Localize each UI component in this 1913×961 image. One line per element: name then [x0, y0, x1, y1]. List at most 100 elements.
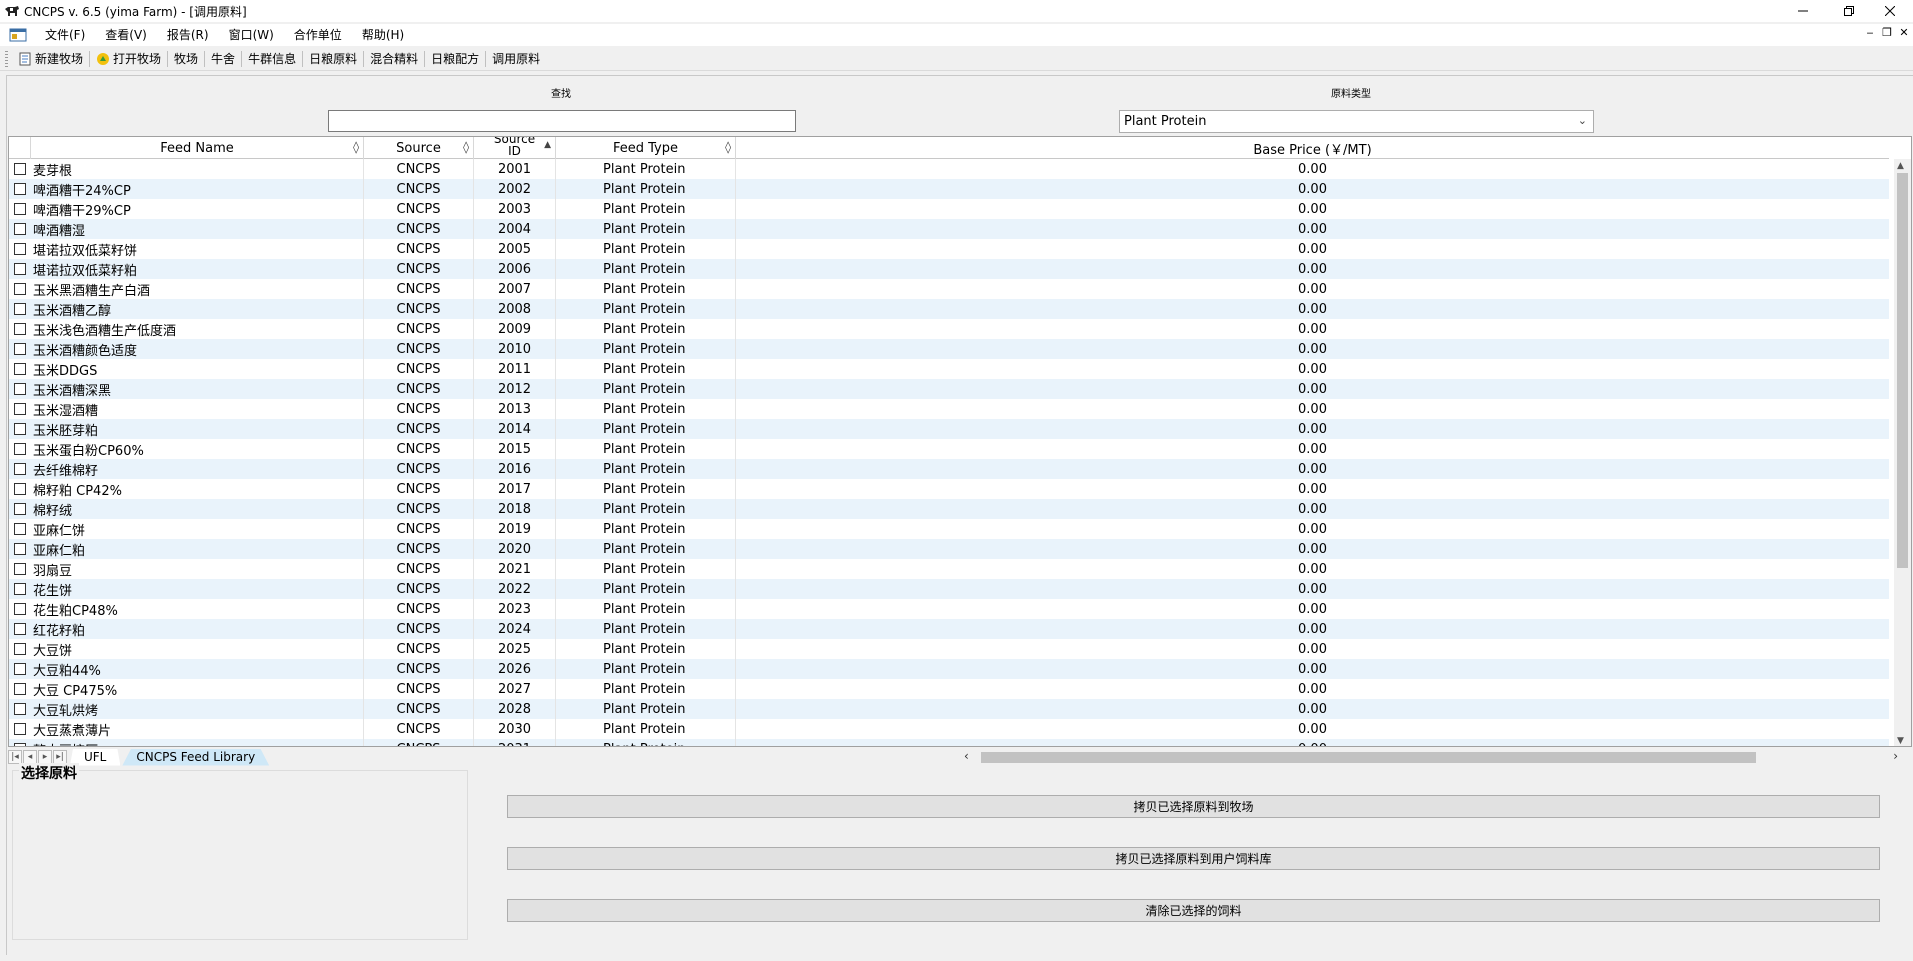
open-farm-button[interactable]: 打开牧场	[90, 48, 167, 70]
table-row[interactable]: 大豆蒸煮薄片 CNCPS 2030 Plant Protein 0.00	[9, 719, 1889, 739]
row-select-cell[interactable]	[9, 699, 31, 719]
table-row[interactable]: 整大豆挤压CNCPS2031Plant Protein0.00	[9, 739, 1889, 747]
header-source-id[interactable]: Source ID ▲	[474, 137, 556, 159]
menu-view[interactable]: 查看(V)	[95, 24, 157, 46]
scroll-down-icon[interactable]: ▼	[1897, 736, 1904, 746]
row-select-cell[interactable]	[9, 479, 31, 499]
row-select-cell[interactable]	[9, 559, 31, 579]
menu-partners[interactable]: 合作单位	[284, 24, 352, 46]
row-checkbox[interactable]	[14, 723, 26, 735]
row-select-cell[interactable]	[9, 659, 31, 679]
table-row[interactable]: 玉米黑酒糟生产白酒 CNCPS 2007 Plant Protein 0.00	[9, 279, 1889, 299]
menu-file[interactable]: 文件(F)	[35, 24, 95, 46]
copy-to-user-library-button[interactable]: 拷贝已选择原料到用户饲料库	[507, 847, 1880, 870]
table-row[interactable]: 玉米胚芽粕 CNCPS 2014 Plant Protein 0.00	[9, 419, 1889, 439]
row-checkbox[interactable]	[14, 443, 26, 455]
scroll-up-icon[interactable]: ▲	[1897, 161, 1904, 171]
row-select-cell[interactable]	[9, 379, 31, 399]
row-select-cell[interactable]	[9, 299, 31, 319]
row-select-cell[interactable]	[9, 519, 31, 539]
horizontal-scrollbar[interactable]: ‹ ›	[958, 749, 1908, 766]
header-source[interactable]: Source ◊	[364, 137, 474, 159]
row-checkbox[interactable]	[14, 623, 26, 635]
row-checkbox[interactable]	[14, 243, 26, 255]
row-select-cell[interactable]	[9, 179, 31, 199]
toolbar-farm-button[interactable]: 牧场	[168, 48, 204, 70]
table-row[interactable]: 玉米酒糟乙醇 CNCPS 2008 Plant Protein 0.00	[9, 299, 1889, 319]
toolbar-barn-button[interactable]: 牛舍	[205, 48, 241, 70]
table-row[interactable]: 棉籽绒 CNCPS 2018 Plant Protein 0.00	[9, 499, 1889, 519]
table-row[interactable]: 玉米DDGS CNCPS 2011 Plant Protein 0.00	[9, 359, 1889, 379]
base-price-cell[interactable]: 0.00	[736, 319, 1889, 339]
base-price-cell[interactable]: 0.00	[736, 219, 1889, 239]
base-price-cell[interactable]: 0.00	[736, 579, 1889, 599]
toolbar-ration-formula-button[interactable]: 日粮配方	[425, 48, 485, 70]
row-select-cell[interactable]	[9, 199, 31, 219]
toolbar-grip[interactable]	[5, 50, 8, 67]
row-checkbox[interactable]	[14, 283, 26, 295]
close-button[interactable]	[1867, 0, 1913, 22]
base-price-cell[interactable]: 0.00	[736, 479, 1889, 499]
row-select-cell[interactable]	[9, 619, 31, 639]
menu-report[interactable]: 报告(R)	[157, 24, 219, 46]
minimize-button[interactable]	[1780, 0, 1826, 22]
base-price-cell[interactable]: 0.00	[736, 259, 1889, 279]
row-select-cell[interactable]	[9, 219, 31, 239]
row-select-cell[interactable]	[9, 439, 31, 459]
row-select-cell[interactable]	[9, 459, 31, 479]
table-row[interactable]: 去纤维棉籽 CNCPS 2016 Plant Protein 0.00	[9, 459, 1889, 479]
base-price-cell[interactable]: 0.00	[736, 379, 1889, 399]
restore-button[interactable]	[1826, 0, 1872, 22]
base-price-cell[interactable]: 0.00	[736, 659, 1889, 679]
row-checkbox[interactable]	[14, 583, 26, 595]
feed-type-select[interactable]: Plant Protein ⌄	[1119, 110, 1594, 133]
base-price-cell[interactable]: 0.00	[736, 619, 1889, 639]
row-select-cell[interactable]	[9, 739, 31, 746]
base-price-cell[interactable]: 0.00	[736, 419, 1889, 439]
row-checkbox[interactable]	[14, 363, 26, 375]
table-row[interactable]: 啤酒糟干24%CP CNCPS 2002 Plant Protein 0.00	[9, 179, 1889, 199]
base-price-cell[interactable]: 0.00	[736, 299, 1889, 319]
table-row[interactable]: 大豆饼 CNCPS 2025 Plant Protein 0.00	[9, 639, 1889, 659]
row-checkbox[interactable]	[14, 343, 26, 355]
scroll-right-icon[interactable]: ›	[1893, 749, 1898, 763]
table-row[interactable]: 花生饼 CNCPS 2022 Plant Protein 0.00	[9, 579, 1889, 599]
header-base-price[interactable]: Base Price (￥/MT)	[736, 137, 1889, 159]
base-price-cell[interactable]: 0.00	[736, 679, 1889, 699]
row-select-cell[interactable]	[9, 539, 31, 559]
header-feed-type[interactable]: Feed Type ◊	[556, 137, 736, 159]
row-select-cell[interactable]	[9, 259, 31, 279]
base-price-cell[interactable]: 0.00	[736, 359, 1889, 379]
row-checkbox[interactable]	[14, 703, 26, 715]
row-select-cell[interactable]	[9, 719, 31, 739]
base-price-cell[interactable]: 0.00	[736, 279, 1889, 299]
toolbar-concentrate-button[interactable]: 混合精料	[364, 48, 424, 70]
toolbar-ration-feeds-button[interactable]: 日粮原料	[303, 48, 363, 70]
next-sheet-icon[interactable]: ▸	[38, 750, 52, 764]
row-checkbox[interactable]	[14, 683, 26, 695]
row-select-cell[interactable]	[9, 579, 31, 599]
first-sheet-icon[interactable]: |◂	[8, 750, 22, 764]
table-row[interactable]: 啤酒糟干29%CP CNCPS 2003 Plant Protein 0.00	[9, 199, 1889, 219]
table-row[interactable]: 堪诺拉双低菜籽饼 CNCPS 2005 Plant Protein 0.00	[9, 239, 1889, 259]
base-price-cell[interactable]: 0.00	[736, 239, 1889, 259]
vertical-scroll-thumb[interactable]	[1897, 173, 1908, 568]
table-row[interactable]: 大豆轧烘烤 CNCPS 2028 Plant Protein 0.00	[9, 699, 1889, 719]
base-price-cell[interactable]: 0.00	[736, 719, 1889, 739]
row-checkbox[interactable]	[14, 543, 26, 555]
base-price-cell[interactable]: 0.00	[736, 179, 1889, 199]
row-select-cell[interactable]	[9, 419, 31, 439]
row-select-cell[interactable]	[9, 599, 31, 619]
base-price-cell[interactable]: 0.00	[736, 739, 1889, 747]
table-row[interactable]: 棉籽粕 CP42% CNCPS 2017 Plant Protein 0.00	[9, 479, 1889, 499]
row-checkbox[interactable]	[14, 263, 26, 275]
scroll-left-icon[interactable]: ‹	[964, 749, 969, 763]
mdi-restore-icon[interactable]: ❐	[1878, 26, 1896, 39]
mdi-close-icon[interactable]: ✕	[1895, 26, 1913, 39]
row-checkbox[interactable]	[14, 503, 26, 515]
row-select-cell[interactable]	[9, 359, 31, 379]
row-checkbox[interactable]	[14, 403, 26, 415]
prev-sheet-icon[interactable]: ◂	[23, 750, 37, 764]
base-price-cell[interactable]: 0.00	[736, 339, 1889, 359]
row-checkbox[interactable]	[14, 223, 26, 235]
